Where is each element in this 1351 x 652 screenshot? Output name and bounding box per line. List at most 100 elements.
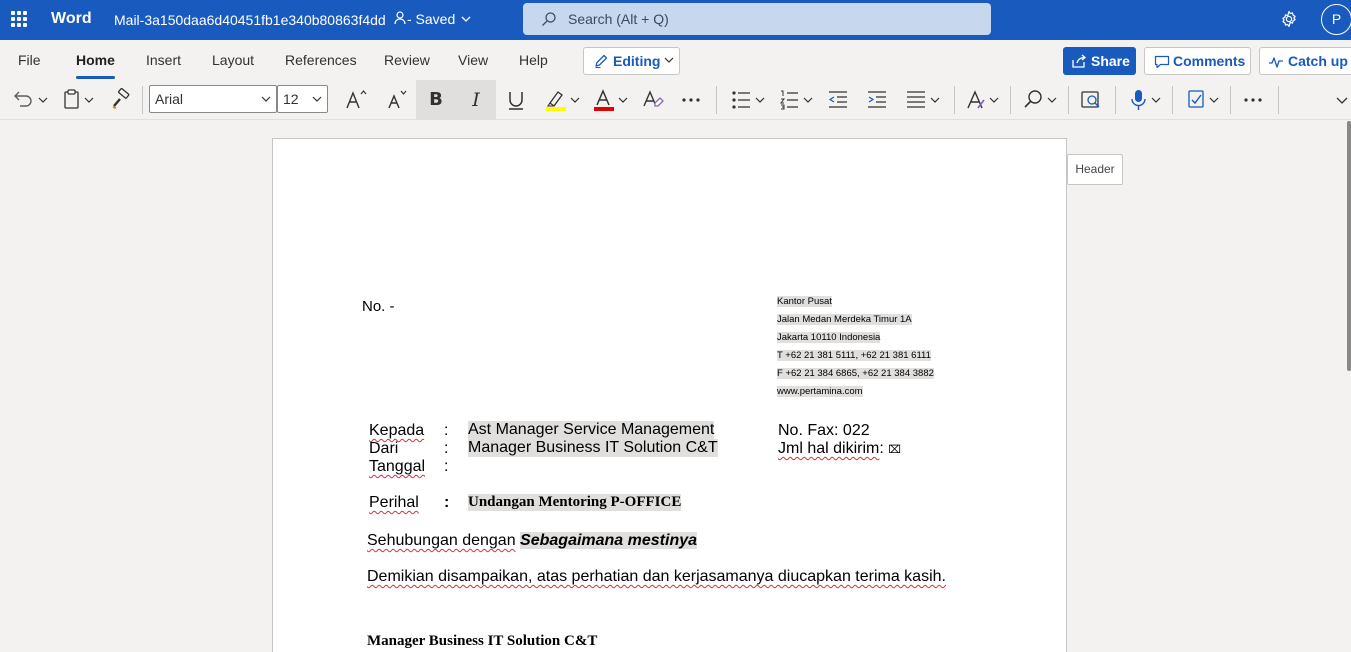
format-painter-icon (112, 88, 130, 109)
chevron-down-icon (312, 96, 322, 102)
letter-number: No. - (362, 298, 395, 315)
bullet-list-icon (732, 91, 765, 109)
address-line: www.pertamina.com (777, 386, 863, 397)
perihal-label: Perihal (369, 494, 419, 511)
clear-formatting-icon (643, 90, 664, 107)
font-color-button[interactable] (593, 88, 631, 112)
more-font-options-button[interactable] (681, 88, 703, 112)
editor-icon (1188, 90, 1219, 108)
save-status[interactable]: - Saved (407, 11, 471, 27)
bullets-button[interactable] (731, 88, 769, 112)
numbering-button[interactable] (779, 88, 817, 112)
dari-value: Manager Business IT Solution C&T (468, 439, 718, 457)
search-placeholder: Search (Alt + Q) (568, 11, 669, 27)
tab-insert[interactable]: Insert (146, 52, 181, 68)
avatar[interactable]: P (1321, 4, 1351, 35)
tab-layout[interactable]: Layout (212, 52, 254, 68)
more-icon (1244, 98, 1262, 102)
microphone-icon (1131, 90, 1161, 110)
tab-help[interactable]: Help (519, 52, 548, 68)
comments-button[interactable]: Comments (1144, 47, 1251, 75)
jml-field[interactable]: ⌧ (888, 444, 901, 456)
increase-indent-icon (868, 91, 886, 108)
tab-home[interactable]: Home (76, 52, 115, 79)
bold-button[interactable]: B (416, 80, 456, 120)
editor-button[interactable] (1186, 88, 1222, 112)
app-name[interactable]: Word (51, 10, 92, 28)
styles-button[interactable] (966, 88, 1002, 112)
decrease-indent-icon (828, 91, 847, 108)
fax-colon: : (834, 422, 839, 439)
find-button[interactable] (1023, 88, 1061, 112)
search-icon (1024, 90, 1057, 108)
font-family-select[interactable]: Arial (149, 85, 277, 113)
header-label[interactable]: Header (1067, 154, 1123, 185)
chevron-down-icon (664, 57, 674, 63)
search-input[interactable]: Search (Alt + Q) (523, 3, 991, 35)
catch-up-button[interactable]: Catch up (1259, 47, 1351, 75)
dari-colon: : (444, 440, 449, 457)
kepada-label: Kepada (369, 422, 425, 439)
share-icon (1072, 54, 1087, 68)
address-line: Jakarta 10110 Indonesia (777, 332, 881, 343)
italic-button[interactable]: I (456, 80, 496, 120)
align-button[interactable] (906, 88, 944, 112)
tab-references[interactable]: References (285, 52, 357, 68)
tab-review[interactable]: Review (384, 52, 430, 68)
chevron-down-icon (461, 16, 471, 22)
body-prefix: Sehubungan dengan (367, 532, 516, 549)
jml-label: Jml hal dikirim (778, 440, 880, 457)
font-size-select[interactable]: 12 (277, 85, 328, 113)
share-button[interactable]: Share (1063, 47, 1136, 75)
paste-button[interactable] (62, 88, 98, 112)
save-status-text: - Saved (407, 11, 456, 27)
jml-colon: : (879, 440, 884, 457)
grow-font-icon (346, 90, 367, 109)
share-label: Share (1091, 53, 1130, 69)
kepada-colon: : (444, 422, 449, 439)
vertical-scrollbar[interactable] (1347, 121, 1351, 371)
sharing-person-icon (393, 11, 408, 28)
focus-view-icon (1081, 91, 1100, 108)
tab-file[interactable]: File (18, 52, 41, 68)
document-name[interactable]: Mail-3a150daa6d40451fb1e340b80863f4dd (114, 11, 408, 28)
editing-label: Editing (613, 53, 661, 69)
highlight-color-button[interactable] (545, 88, 583, 112)
font-size-value: 12 (283, 91, 299, 107)
address-block: Kantor Pusat Jalan Medan Merdeka Timur 1… (777, 293, 934, 401)
fax-value: 022 (842, 422, 870, 439)
undo-icon (14, 91, 48, 107)
editing-mode-button[interactable]: Editing (583, 47, 680, 75)
increase-indent-button[interactable] (867, 88, 889, 112)
shrink-font-button[interactable] (386, 88, 410, 112)
closing-paragraph: Demikian disampaikan, atas perhatian dan… (367, 568, 946, 585)
tab-view[interactable]: View (458, 52, 488, 68)
expand-ribbon-button[interactable] (1334, 88, 1350, 112)
dictate-button[interactable] (1128, 88, 1164, 112)
highlighter-icon (546, 91, 580, 111)
decrease-indent-button[interactable] (828, 88, 850, 112)
underline-icon (509, 92, 523, 110)
underline-button[interactable] (505, 88, 527, 112)
search-icon (542, 12, 556, 26)
jml-line: Jml hal dikirim: ⌧ (778, 440, 901, 458)
chevron-down-icon (1336, 97, 1348, 104)
title-bar: Word Mail-3a150daa6d40451fb1e340b80863f4… (0, 0, 1351, 40)
shrink-font-icon (388, 90, 407, 109)
comments-label: Comments (1173, 53, 1246, 69)
format-painter-button[interactable] (110, 88, 132, 112)
undo-button[interactable] (12, 88, 48, 112)
app-launcher-icon[interactable] (11, 11, 27, 27)
align-justify-icon (907, 91, 940, 108)
more-options-button[interactable] (1243, 88, 1265, 112)
clear-formatting-button[interactable] (642, 88, 664, 112)
address-line: F +62 21 384 6865, +62 21 384 3882 (777, 368, 934, 379)
kepada-value: Ast Manager Service Management (468, 421, 715, 439)
more-icon (682, 98, 700, 102)
settings-gear-icon[interactable] (1280, 10, 1298, 28)
body-emphasis: Sebagaimana mestinya (520, 532, 698, 549)
grow-font-button[interactable] (345, 88, 369, 112)
clipboard-icon (64, 89, 94, 109)
focus-view-button[interactable] (1080, 88, 1102, 112)
signature-title: Manager Business IT Solution C&T (367, 633, 598, 649)
